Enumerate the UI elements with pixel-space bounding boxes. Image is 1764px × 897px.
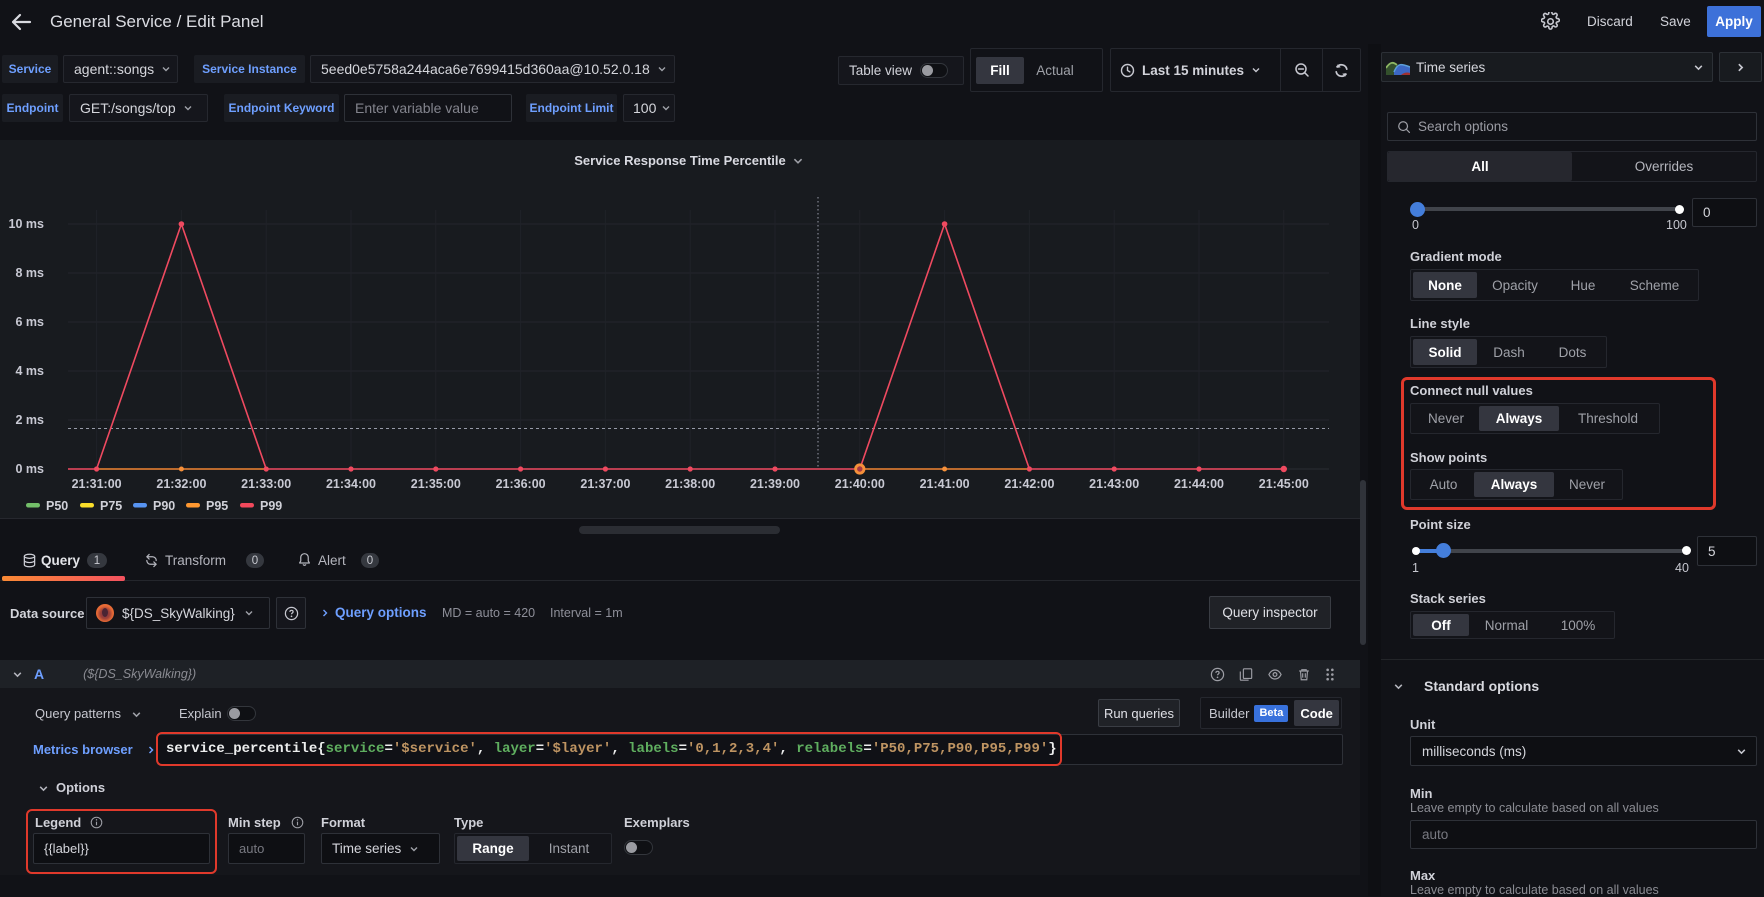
svg-text:21:36:00: 21:36:00 [496, 477, 546, 491]
svg-text:2 ms: 2 ms [16, 413, 45, 427]
svg-text:6 ms: 6 ms [16, 315, 45, 329]
svg-text:21:40:00: 21:40:00 [835, 477, 885, 491]
svg-text:21:35:00: 21:35:00 [411, 477, 461, 491]
svg-text:21:33:00: 21:33:00 [241, 477, 291, 491]
svg-text:P50: P50 [46, 499, 68, 513]
svg-text:21:45:00: 21:45:00 [1259, 477, 1309, 491]
svg-text:8 ms: 8 ms [16, 266, 45, 280]
svg-text:21:43:00: 21:43:00 [1089, 477, 1139, 491]
svg-text:0 ms: 0 ms [16, 462, 45, 476]
svg-text:21:39:00: 21:39:00 [750, 477, 800, 491]
svg-text:4 ms: 4 ms [16, 364, 45, 378]
svg-text:21:37:00: 21:37:00 [580, 477, 630, 491]
svg-text:P99: P99 [260, 499, 282, 513]
svg-text:P75: P75 [100, 499, 122, 513]
svg-text:P90: P90 [153, 499, 175, 513]
svg-text:21:38:00: 21:38:00 [665, 477, 715, 491]
svg-text:21:41:00: 21:41:00 [920, 477, 970, 491]
svg-text:21:42:00: 21:42:00 [1004, 477, 1054, 491]
svg-text:10 ms: 10 ms [9, 217, 44, 231]
svg-text:21:34:00: 21:34:00 [326, 477, 376, 491]
svg-text:21:44:00: 21:44:00 [1174, 477, 1224, 491]
svg-text:P95: P95 [206, 499, 228, 513]
svg-text:21:31:00: 21:31:00 [72, 477, 122, 491]
svg-text:21:32:00: 21:32:00 [156, 477, 206, 491]
